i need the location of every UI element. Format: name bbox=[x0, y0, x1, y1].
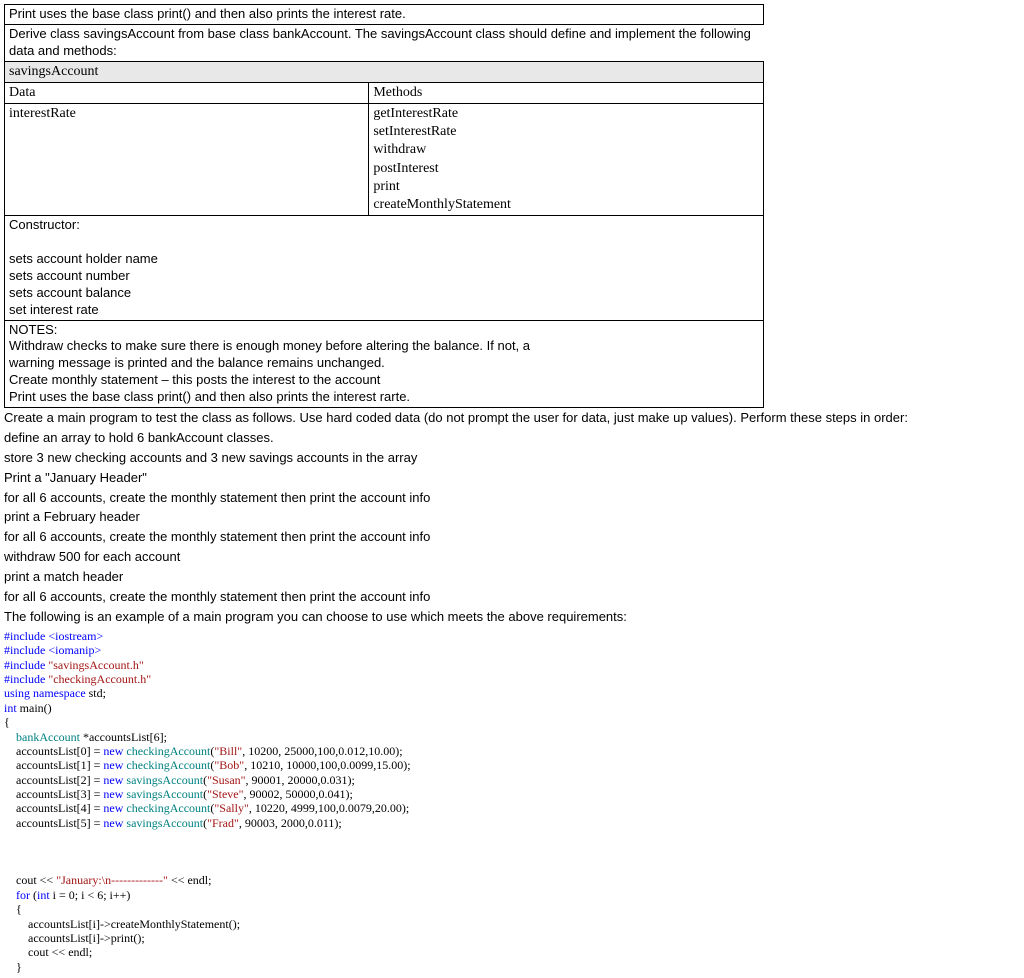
col-header-data: Data bbox=[5, 82, 369, 103]
row-print: Print uses the base class print() and th… bbox=[5, 5, 764, 25]
main-intro: Create a main program to test the class … bbox=[4, 410, 1024, 427]
col-header-methods: Methods bbox=[369, 82, 764, 103]
row-class-name: savingsAccount bbox=[5, 61, 764, 82]
row-constructor: Constructor:sets account holder namesets… bbox=[5, 216, 764, 320]
row-derive: Derive class savingsAccount from base cl… bbox=[5, 24, 764, 61]
cell-methods: getInterestRatesetInterestRatewithdrawpo… bbox=[369, 104, 764, 216]
main-steps: define an array to hold 6 bankAccount cl… bbox=[4, 430, 1020, 626]
row-notes: NOTES: Withdraw checks to make sure ther… bbox=[5, 320, 764, 407]
cell-data: interestRate bbox=[5, 104, 369, 216]
spec-table: Print uses the base class print() and th… bbox=[4, 4, 764, 408]
code-block: #include <iostream> #include <iomanip> #… bbox=[4, 629, 1020, 974]
